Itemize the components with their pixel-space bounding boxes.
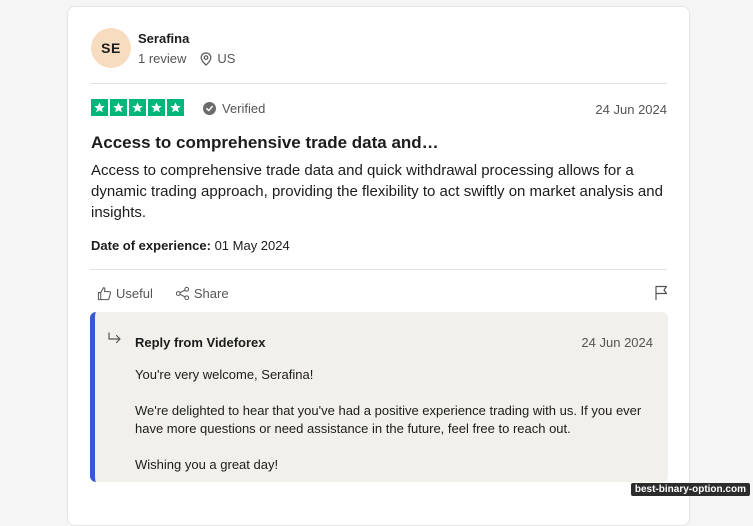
flag-icon	[655, 285, 668, 300]
reply-arrow-icon	[108, 332, 121, 344]
experience-date: 01 May 2024	[214, 238, 290, 253]
checkmark-icon	[203, 102, 216, 115]
star-icon	[110, 99, 127, 116]
verified-badge[interactable]: Verified	[203, 101, 265, 116]
watermark: best-binary-option.com	[630, 483, 750, 496]
reviewer-meta: 1 review US	[138, 51, 235, 66]
useful-button[interactable]: Useful	[97, 286, 153, 301]
review-title[interactable]: Access to comprehensive trade data and…	[91, 133, 439, 153]
date-of-experience: Date of experience: 01 May 2024	[91, 238, 290, 253]
avatar[interactable]: SE	[91, 28, 131, 68]
reply-date: 24 Jun 2024	[581, 335, 653, 350]
review-body: Access to comprehensive trade data and q…	[91, 162, 663, 221]
report-button[interactable]	[654, 285, 669, 306]
location-label: US	[217, 51, 236, 66]
reviewer-name[interactable]: Serafina	[138, 31, 189, 46]
star-icon	[148, 99, 165, 116]
divider	[90, 83, 667, 84]
star-icon	[129, 99, 146, 116]
reply-paragraph: We're delighted to hear that you've had …	[135, 403, 642, 436]
share-label: Share	[193, 286, 229, 301]
reviewer-location: US	[200, 51, 235, 66]
location-pin-icon	[201, 51, 212, 66]
star-icon	[91, 99, 108, 116]
divider	[90, 269, 667, 270]
star-icon	[167, 99, 184, 116]
useful-label: Useful	[116, 286, 153, 301]
review-date: 24 Jun 2024	[595, 102, 667, 117]
star-rating	[91, 99, 184, 116]
reply-paragraph: You're very welcome, Serafina!	[135, 367, 314, 382]
review-card: SE Serafina 1 review US Verified 24 Jun …	[67, 6, 690, 526]
share-button[interactable]: Share	[175, 286, 229, 301]
reply-paragraph: Wishing you a great day!	[135, 457, 279, 472]
share-icon	[175, 286, 189, 301]
thumbs-up-icon	[97, 287, 111, 301]
company-reply: Reply from Videforex 24 Jun 2024 You're …	[90, 312, 668, 482]
review-actions: Useful Share	[97, 286, 251, 301]
experience-label: Date of experience:	[91, 238, 211, 253]
review-count: 1 review	[138, 51, 187, 66]
verified-label: Verified	[222, 101, 266, 116]
reply-from: Reply from Videforex	[135, 335, 266, 350]
